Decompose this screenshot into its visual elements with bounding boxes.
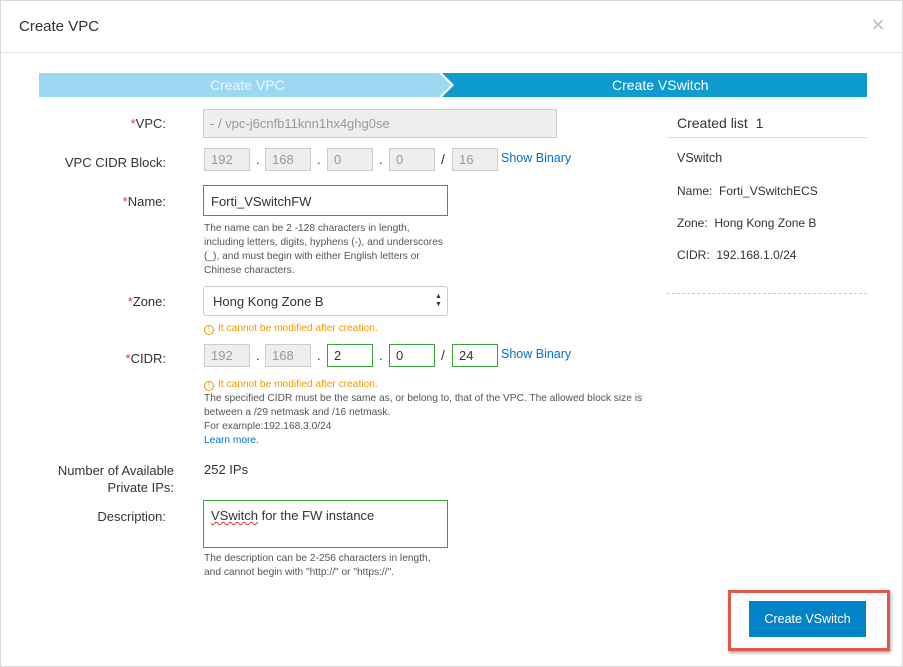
step-arrows (39, 73, 867, 97)
created-item-cidr: CIDR: 192.168.1.0/24 (677, 248, 796, 262)
dot-separator: . (256, 348, 260, 363)
vpc-label: *VPC: (36, 115, 166, 132)
created-item-name: Name: Forti_VSwitchECS (677, 184, 818, 198)
name-help-text: The name can be 2 -128 characters in len… (204, 222, 443, 278)
zone-label-text: Zone: (132, 294, 166, 309)
divider (667, 137, 867, 138)
close-icon[interactable]: × (868, 14, 888, 36)
vpc-cidr-octet-1: 192 (204, 148, 250, 171)
created-zone-label: Zone: (677, 216, 708, 230)
name-label: *Name: (36, 193, 166, 210)
name-help-line: Chinese characters. (204, 265, 295, 276)
warning-icon: ! (204, 325, 214, 335)
learn-more-link[interactable]: Learn more. (204, 434, 642, 448)
available-ips-label-line: Number of Available (57, 463, 174, 478)
vpc-cidr-label: VPC CIDR Block: (64, 155, 166, 170)
name-input[interactable]: Forti_VSwitchFW (203, 185, 448, 216)
description-help-line: and cannot begin with "http://" or "http… (204, 567, 395, 578)
show-binary-link[interactable]: Show Binary (501, 151, 571, 165)
created-list-count: 1 (755, 115, 764, 131)
cidr-help-line: For example:192.168.3.0/24 (204, 421, 332, 432)
created-name-value: Forti_VSwitchECS (719, 184, 818, 198)
step-progress-bar: Create VPC Create VSwitch (39, 73, 867, 97)
available-ips-label-line: Private IPs: (107, 480, 174, 495)
zone-selected-value: Hong Kong Zone B (213, 294, 324, 309)
vpc-field: - / vpc-j6cnfb11knn1hx4ghg0se (203, 109, 557, 138)
dot-separator: . (317, 152, 321, 167)
cidr-octet-4-input[interactable]: 0 (389, 344, 435, 367)
zone-select[interactable]: Hong Kong Zone B ▲ ▼ (203, 286, 448, 316)
select-arrows-icon: ▲ ▼ (435, 293, 442, 308)
name-help-line: The name can be 2 -128 characters in len… (204, 223, 410, 234)
zone-warning: ! It cannot be modified after creation. (204, 322, 378, 336)
vpc-cidr-octet-4: 0 (389, 148, 435, 171)
description-textarea[interactable]: VSwitch for the FW instance (203, 500, 448, 548)
warning-icon: ! (204, 381, 214, 391)
description-text-word: VSwitch (211, 508, 258, 523)
available-ips-value: 252 IPs (204, 462, 249, 477)
cidr-warning-text: It cannot be modified after creation. (218, 379, 378, 390)
created-list-panel: Created list 1 VSwitch Name: Forti_VSwit… (667, 109, 867, 294)
created-zone-value: Hong Kong Zone B (714, 216, 817, 230)
created-item-zone: Zone: Hong Kong Zone B (677, 216, 816, 230)
cidr-octet-2: 168 (265, 344, 311, 367)
dot-separator: . (379, 152, 383, 167)
cidr-help-line: between a /29 netmask and /16 netmask. (204, 407, 391, 418)
cidr-label-text: CIDR: (130, 351, 166, 366)
cidr-octet-1: 192 (204, 344, 250, 367)
description-text-rest: for the FW instance (257, 508, 375, 523)
dot-separator: . (317, 348, 321, 363)
name-help-line: (_), and must begin with either English … (204, 251, 420, 262)
description-help-line: The description can be 2-256 characters … (204, 553, 431, 564)
dialog-title: Create VPC (19, 18, 100, 35)
cidr-warning: ! It cannot be modified after creation. (204, 378, 378, 392)
name-label-text: Name: (127, 194, 166, 209)
dot-separator: . (256, 152, 260, 167)
created-item-type: VSwitch (677, 151, 723, 165)
cidr-help-line: The specified CIDR must be the same as, … (204, 393, 643, 404)
zone-warning-text: It cannot be modified after creation. (218, 323, 378, 334)
cidr-label: *CIDR: (36, 350, 166, 367)
cidr-octet-3-input[interactable]: 2 (327, 344, 373, 367)
cidr-mask-input[interactable]: 24 (452, 344, 498, 367)
show-binary-link[interactable]: Show Binary (501, 347, 571, 361)
slash-separator: / (441, 151, 445, 167)
created-cidr-value: 192.168.1.0/24 (716, 248, 797, 262)
vpc-cidr-octet-2: 168 (265, 148, 311, 171)
created-name-label: Name: (677, 184, 713, 198)
vpc-label-text: VPC: (135, 116, 166, 131)
slash-separator: / (441, 347, 445, 363)
created-list-title: Created list 1 (677, 115, 763, 131)
dialog-header: Create VPC × (1, 1, 903, 53)
step-create-vswitch: Create VSwitch (612, 77, 709, 93)
cidr-help-text: The specified CIDR must be the same as, … (204, 392, 642, 448)
created-list-title-text: Created list (677, 115, 748, 131)
created-cidr-label: CIDR: (677, 248, 710, 262)
description-label: Description: (97, 509, 166, 524)
create-vpc-dialog: Create VPC × Create VPC Create VSwitch *… (0, 0, 903, 667)
step-create-vpc: Create VPC (210, 77, 285, 93)
name-help-line: including letters, digits, hyphens (-), … (204, 237, 443, 248)
dot-separator: . (379, 348, 383, 363)
vpc-cidr-octet-3: 0 (327, 148, 373, 171)
description-help-text: The description can be 2-256 characters … (204, 552, 431, 580)
available-ips-label: Number of Available Private IPs: (44, 462, 174, 496)
vpc-cidr-mask: 16 (452, 148, 498, 171)
zone-label: *Zone: (36, 293, 166, 310)
create-vswitch-button[interactable]: Create VSwitch (749, 601, 866, 637)
